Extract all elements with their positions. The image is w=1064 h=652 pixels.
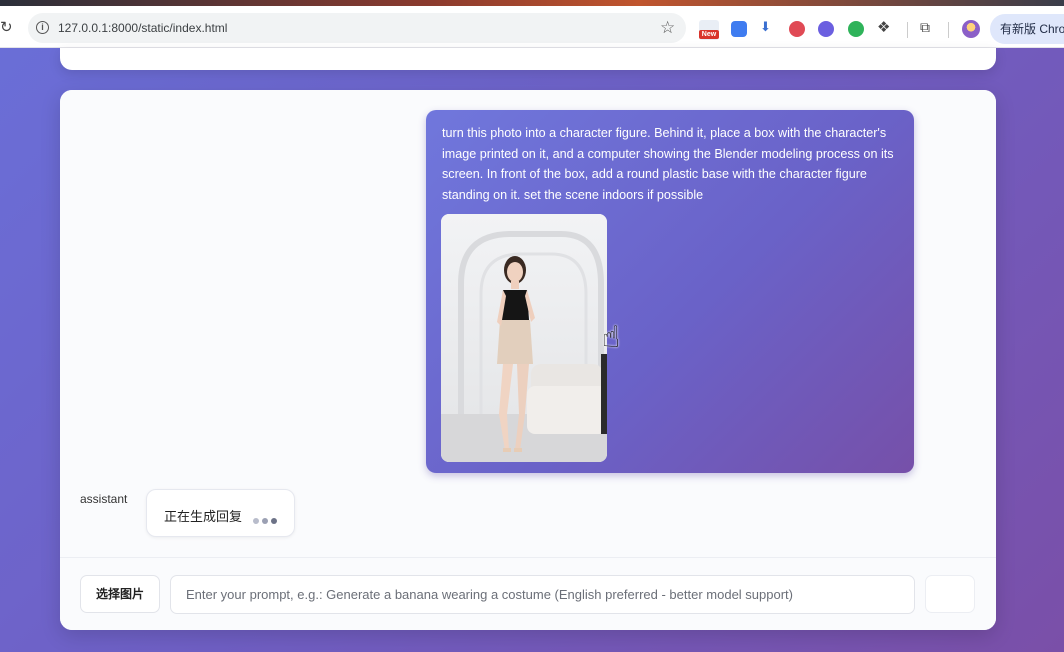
photo-illustration [441,214,607,462]
uploaded-photo[interactable] [441,214,607,462]
typing-dots-icon [253,511,280,529]
puzzle-extensions-icon[interactable]: ❖ [877,18,893,36]
address-bar[interactable]: i 127.0.0.1:8000/static/index.html ☆ [28,13,686,43]
red-extension-icon[interactable] [789,21,805,37]
download-extension-icon[interactable]: ⬇ [760,19,776,35]
typing-text: 正在生成回复 [164,509,243,524]
hand-cursor-icon: ☝ [602,321,621,354]
url-text[interactable]: 127.0.0.1:8000/static/index.html [58,21,227,35]
typing-dot [271,518,277,524]
chat-card: turn this photo into a character figure.… [60,90,996,630]
typing-dot [253,518,259,524]
previous-card [60,48,996,70]
site-info-icon[interactable]: i [36,21,49,34]
send-button[interactable] [925,575,975,613]
chrome-update-button[interactable]: 有新版 Chrom [990,14,1064,44]
new-extension-icon[interactable]: New [699,20,719,40]
typing-dot [262,518,268,524]
assistant-label: assistant [80,492,128,506]
purple-extension-icon[interactable] [818,21,834,37]
choose-image-button[interactable]: 选择图片 [80,575,160,613]
blue-extension-icon[interactable] [731,21,747,37]
reload-icon[interactable]: ↻ [0,18,16,36]
green-extension-icon[interactable] [848,21,864,37]
input-bar: 选择图片 [60,557,996,630]
profile-avatar[interactable] [962,20,980,38]
assistant-typing-bubble: 正在生成回复 [146,489,295,537]
chat-messages: turn this photo into a character figure.… [60,90,996,557]
user-message-bubble: turn this photo into a character figure.… [426,110,914,473]
new-badge: New [699,30,719,39]
browser-toolbar: ↻ i 127.0.0.1:8000/static/index.html ☆ N… [0,6,1064,48]
prompt-input[interactable] [170,575,915,614]
tab-search-icon[interactable]: ⧉ [920,19,936,35]
toolbar-divider [948,22,949,38]
toolbar-divider [907,22,908,38]
user-message-text: turn this photo into a character figure.… [442,126,894,203]
bookmark-star-icon[interactable]: ☆ [660,18,675,38]
